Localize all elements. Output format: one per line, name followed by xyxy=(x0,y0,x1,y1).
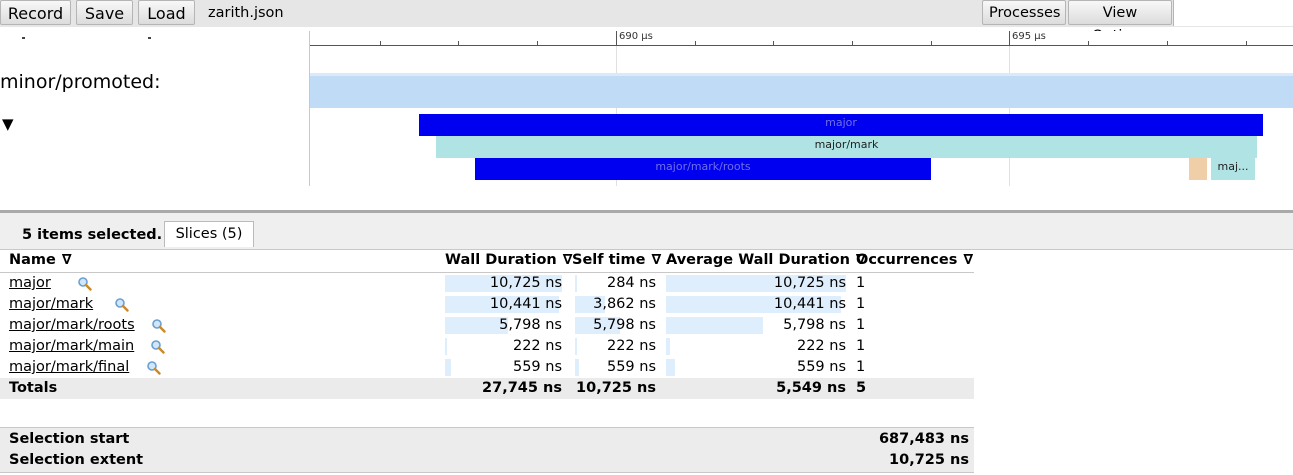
totals-wall: 27,745 ns xyxy=(482,380,562,396)
analysis-panel-header: 5 items selected. Slices (5) xyxy=(0,213,1293,250)
timeline-tracks[interactable]: minor/promoted: ▼ 690 µs 695 µs major ma… xyxy=(0,31,1293,186)
selection-extent-label: Selection extent xyxy=(9,452,144,468)
time-ruler[interactable]: 690 µs 695 µs xyxy=(310,31,1293,46)
view-options-button[interactable]: View Options xyxy=(1068,0,1172,44)
wall-duration-value: 10,725 ns xyxy=(489,275,562,291)
selection-extent-row: Selection extent 10,725 ns xyxy=(0,450,974,471)
ruler-tick xyxy=(1088,41,1089,45)
counter-track-label: minor/promoted: xyxy=(0,71,161,93)
filter-icon[interactable]: ∇ xyxy=(62,252,72,268)
table-row: major/mark/final 559 ns 559 ns 559 ns 1 xyxy=(0,357,974,378)
totals-occ: 5 xyxy=(856,380,867,396)
ruler-tick xyxy=(458,41,459,45)
processes-button[interactable]: Processes xyxy=(982,0,1066,25)
slice-name-link[interactable]: major xyxy=(9,273,51,294)
table-row: major/mark 10,441 ns 3,862 ns 10,441 ns 1 xyxy=(0,294,974,315)
selection-summary: Selection start 687,483 ns Selection ext… xyxy=(0,427,974,473)
filter-icon[interactable]: ∇ xyxy=(963,252,973,268)
selection-start-label: Selection start xyxy=(9,431,130,447)
ruler-tick xyxy=(695,41,696,45)
totals-self: 10,725 ns xyxy=(576,380,656,396)
column-header-wall[interactable]: Wall Duration ∇ xyxy=(445,250,573,271)
average-duration-value: 559 ns xyxy=(796,359,846,375)
column-header-avg-label: Average Wall Duration xyxy=(666,252,850,268)
magnifier-icon[interactable] xyxy=(151,318,166,333)
slice-major[interactable]: major xyxy=(419,114,1263,136)
ruler-tick xyxy=(773,41,774,45)
occurrences-value: 1 xyxy=(856,317,866,333)
occurrences-value: 1 xyxy=(856,359,866,375)
slice-name-link[interactable]: major/mark xyxy=(9,294,93,315)
expand-toggle-icon[interactable]: ▼ xyxy=(2,115,14,133)
average-duration-value: 10,725 ns xyxy=(773,275,846,291)
column-header-self[interactable]: Self time ∇ xyxy=(572,250,661,271)
slice-major-mark-truncated[interactable]: maj... xyxy=(1211,158,1255,180)
track-label-column: minor/promoted: ▼ xyxy=(0,31,310,186)
ruler-tick xyxy=(1246,41,1247,45)
slice-name-link[interactable]: major/mark/final xyxy=(9,357,129,378)
self-time-value: 222 ns xyxy=(606,338,656,354)
load-button[interactable]: Load xyxy=(138,0,195,25)
selection-count: 5 items selected. xyxy=(22,227,163,243)
average-duration-value: 5,798 ns xyxy=(783,317,846,333)
ruler-tick xyxy=(537,41,538,45)
save-button[interactable]: Save xyxy=(76,0,133,25)
slice-name-link[interactable]: major/mark/main xyxy=(9,336,134,357)
ruler-major-tick xyxy=(616,31,617,45)
table-row: major/mark/main 222 ns 222 ns 222 ns 1 xyxy=(0,336,974,357)
occurrences-value: 1 xyxy=(856,338,866,354)
slice-major-mark[interactable]: major/mark xyxy=(436,136,1257,158)
occurrences-value: 1 xyxy=(856,275,866,291)
table-row: major/mark/roots 5,798 ns 5,798 ns 5,798 ns… xyxy=(0,315,974,336)
totals-avg: 5,549 ns xyxy=(776,380,846,396)
average-duration-value: 10,441 ns xyxy=(773,296,846,312)
ruler-tick xyxy=(931,41,932,45)
average-duration-value: 222 ns xyxy=(796,338,846,354)
clipped-track-label xyxy=(0,37,309,45)
toolbar: Record Save Load zarith.json Processes V… xyxy=(0,0,1293,44)
selection-extent-value: 10,725 ns xyxy=(889,452,969,468)
record-button[interactable]: Record xyxy=(0,0,71,25)
magnifier-icon[interactable] xyxy=(146,360,161,375)
wall-duration-value: 10,441 ns xyxy=(489,296,562,312)
totals-label: Totals xyxy=(9,380,58,396)
column-header-occ-label: Occurrences xyxy=(856,252,958,268)
ruler-major-tick xyxy=(1009,31,1010,45)
selection-start-row: Selection start 687,483 ns xyxy=(0,429,974,450)
selection-start-value: 687,483 ns xyxy=(878,431,969,447)
file-name: zarith.json xyxy=(208,5,284,21)
ruler-label-695: 695 µs xyxy=(1012,31,1046,42)
occurrences-value: 1 xyxy=(856,296,866,312)
column-header-name[interactable]: Name ∇ xyxy=(9,250,72,271)
table-header-row: Name ∇ Wall Duration ∇ Self time ∇ Average … xyxy=(0,249,974,273)
self-time-value: 5,798 ns xyxy=(593,317,656,333)
slice-major-mark-roots[interactable]: major/mark/roots xyxy=(475,158,931,180)
column-header-name-label: Name xyxy=(9,252,56,268)
self-time-value: 559 ns xyxy=(606,359,656,375)
ruler-label-690: 690 µs xyxy=(619,31,653,42)
column-header-occ[interactable]: Occurrences ∇ xyxy=(856,250,973,271)
magnifier-icon[interactable] xyxy=(150,339,165,354)
toolbar-spacer xyxy=(1173,0,1293,26)
self-time-value: 284 ns xyxy=(606,275,656,291)
slice-unlabeled[interactable] xyxy=(1189,158,1207,180)
magnifier-icon[interactable] xyxy=(77,276,92,291)
counter-track-band[interactable] xyxy=(310,73,1293,108)
self-time-value: 3,862 ns xyxy=(593,296,656,312)
column-header-self-label: Self time xyxy=(572,252,646,268)
ruler-tick xyxy=(852,41,853,45)
table-row: major 10,725 ns 284 ns 10,725 ns 1 xyxy=(0,273,974,294)
wall-duration-value: 559 ns xyxy=(512,359,562,375)
filter-icon[interactable]: ∇ xyxy=(651,252,661,268)
wall-duration-value: 222 ns xyxy=(512,338,562,354)
column-header-avg[interactable]: Average Wall Duration ∇ xyxy=(666,250,866,271)
tab-slices[interactable]: Slices (5) xyxy=(164,221,254,247)
wall-duration-value: 5,798 ns xyxy=(499,317,562,333)
ruler-tick xyxy=(1167,41,1168,45)
ruler-tick xyxy=(380,41,381,45)
magnifier-icon[interactable] xyxy=(114,297,129,312)
totals-row: Totals 27,745 ns 10,725 ns 5,549 ns 5 xyxy=(0,378,974,399)
slice-name-link[interactable]: major/mark/roots xyxy=(9,315,135,336)
column-header-wall-label: Wall Duration xyxy=(445,252,557,268)
